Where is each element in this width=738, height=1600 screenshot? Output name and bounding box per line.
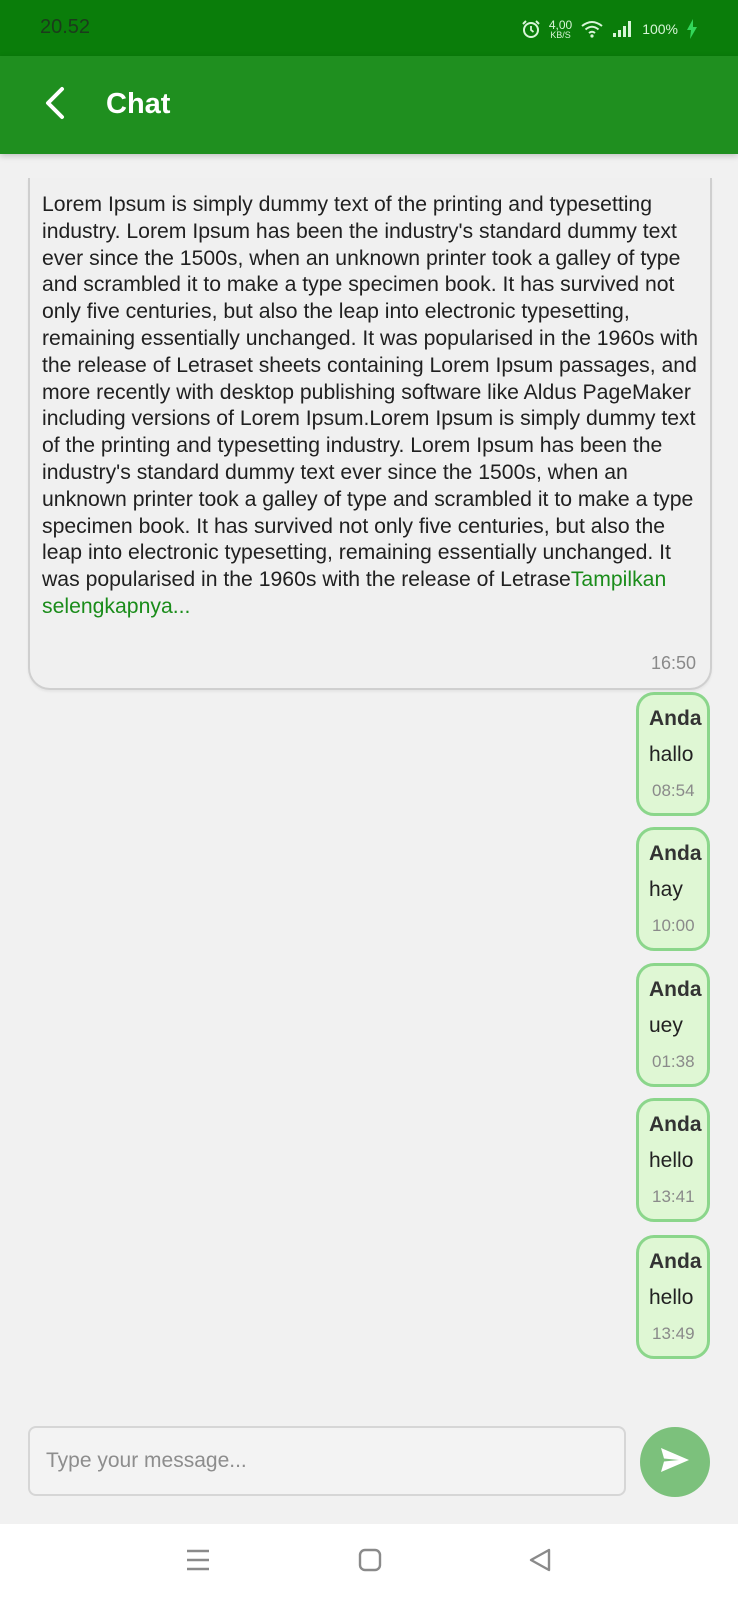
status-bar: 20.52 4,00 KB/S 100% xyxy=(0,0,738,56)
network-speed: 4,00 KB/S xyxy=(549,19,572,40)
message-time: 13:41 xyxy=(652,1187,695,1206)
message-time: 01:38 xyxy=(652,1052,695,1071)
outgoing-message-bubble: Anda uey 01:38 xyxy=(636,963,710,1087)
speed-unit: KB/S xyxy=(550,29,571,40)
send-icon xyxy=(659,1446,691,1479)
chevron-left-icon xyxy=(42,86,68,125)
message-sender: Anda xyxy=(649,978,702,1001)
message-text: hallo xyxy=(649,743,694,766)
back-button[interactable] xyxy=(34,84,76,126)
system-nav-bar xyxy=(0,1524,738,1600)
outgoing-message-bubble: Anda hello 13:49 xyxy=(636,1235,710,1359)
message-sender: Anda xyxy=(649,1250,702,1273)
outgoing-message-bubble: Anda hay 10:00 xyxy=(636,827,710,951)
message-body: Lorem Ipsum is simply dummy text of the … xyxy=(42,193,699,592)
home-icon xyxy=(357,1547,383,1578)
recent-apps-button[interactable] xyxy=(180,1544,216,1580)
page-title: Chat xyxy=(106,88,171,120)
charging-icon xyxy=(686,19,698,39)
signal-icon xyxy=(612,20,634,38)
message-time: 16:50 xyxy=(650,653,696,673)
status-time: 20.52 xyxy=(40,16,91,38)
wifi-icon xyxy=(580,20,604,38)
message-text: uey xyxy=(649,1014,683,1037)
back-icon xyxy=(527,1547,553,1578)
incoming-message-text: Lorem Ipsum is simply dummy text of the … xyxy=(42,192,706,621)
outgoing-message-bubble: Anda hallo 08:54 xyxy=(636,692,710,816)
speed-value: 4,00 xyxy=(548,17,573,32)
alarm-icon xyxy=(521,19,541,39)
status-icons: 4,00 KB/S 100% xyxy=(521,12,698,46)
home-button[interactable] xyxy=(352,1544,388,1580)
message-time: 13:49 xyxy=(652,1324,695,1343)
message-time: 08:54 xyxy=(652,781,695,800)
message-sender: Anda xyxy=(649,842,702,865)
message-text: hello xyxy=(649,1286,694,1309)
incoming-message-bubble: Lorem Ipsum is simply dummy text of the … xyxy=(28,178,712,690)
message-text: hay xyxy=(649,878,683,901)
app-bar: Chat xyxy=(0,56,738,154)
battery-level: 100% xyxy=(642,21,678,37)
message-sender: Anda xyxy=(649,1113,702,1136)
message-text: hello xyxy=(649,1149,694,1172)
message-input[interactable] xyxy=(28,1426,626,1496)
message-time: 10:00 xyxy=(652,916,695,935)
message-sender: Anda xyxy=(649,707,702,730)
recent-apps-icon xyxy=(185,1547,211,1578)
outgoing-message-bubble: Anda hello 13:41 xyxy=(636,1098,710,1222)
system-back-button[interactable] xyxy=(522,1544,558,1580)
send-button[interactable] xyxy=(640,1427,710,1497)
